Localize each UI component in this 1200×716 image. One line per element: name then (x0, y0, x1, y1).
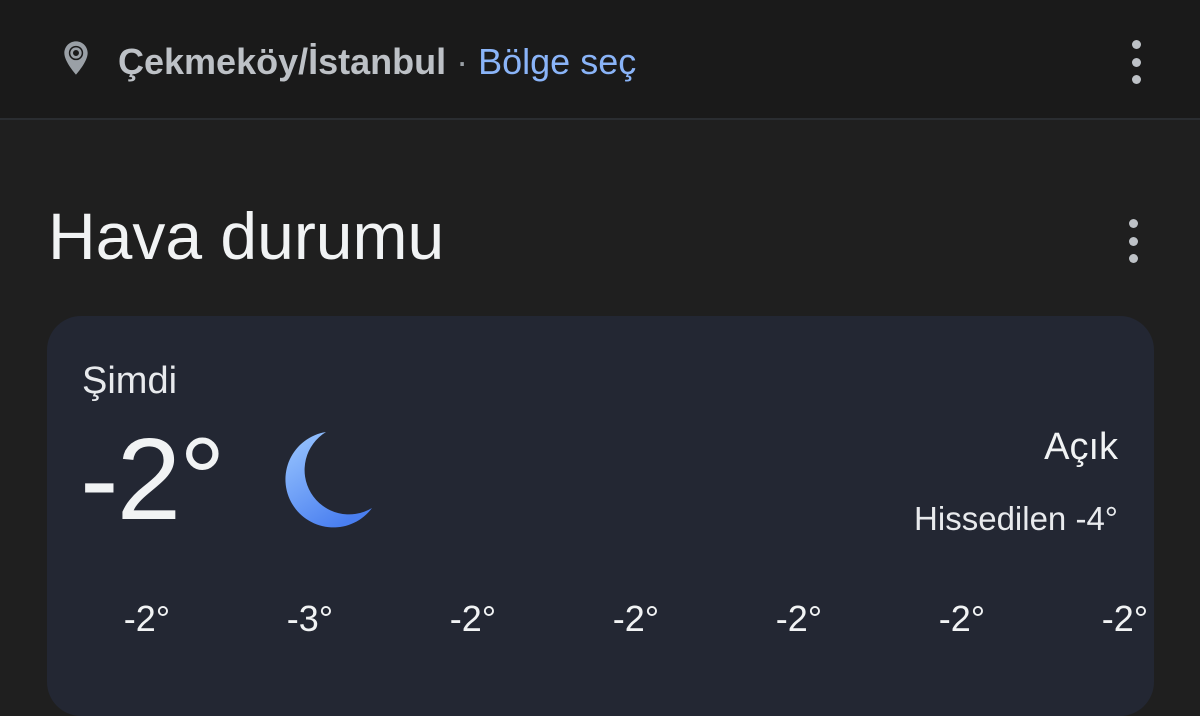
location-pin-icon (64, 41, 88, 75)
location-separator: · (456, 41, 469, 82)
hourly-temp-item: -3° (286, 598, 334, 639)
hourly-temp-item: -2° (1101, 598, 1149, 639)
location-city: Çekmeköy/İstanbul (118, 41, 447, 82)
moon-icon (285, 432, 372, 528)
weather-more-vert-icon[interactable] (1121, 219, 1145, 263)
current-temperature: -2° (80, 414, 226, 544)
hourly-temp-item: -2° (775, 598, 823, 639)
hourly-temperatures: -2° -3° -2° -2° -2° -2° -2° (0, 596, 1200, 646)
condition-label: Açık (1044, 426, 1118, 468)
more-vert-icon[interactable] (1124, 40, 1148, 84)
hourly-temp-item: -2° (123, 598, 171, 639)
change-region-link[interactable]: Bölge seç (478, 41, 636, 82)
hourly-temp-item: -2° (449, 598, 497, 639)
hourly-temp-item: -2° (612, 598, 660, 639)
now-label: Şimdi (82, 360, 178, 402)
feels-like-label: Hissedilen -4° (914, 500, 1118, 537)
weather-title: Hava durumu (48, 199, 445, 273)
location-bar: Çekmeköy/İstanbul · Bölge seç (0, 0, 1200, 120)
hourly-temp-item: -2° (938, 598, 986, 639)
location-text: Çekmeköy/İstanbul · Bölge seç (118, 38, 636, 86)
